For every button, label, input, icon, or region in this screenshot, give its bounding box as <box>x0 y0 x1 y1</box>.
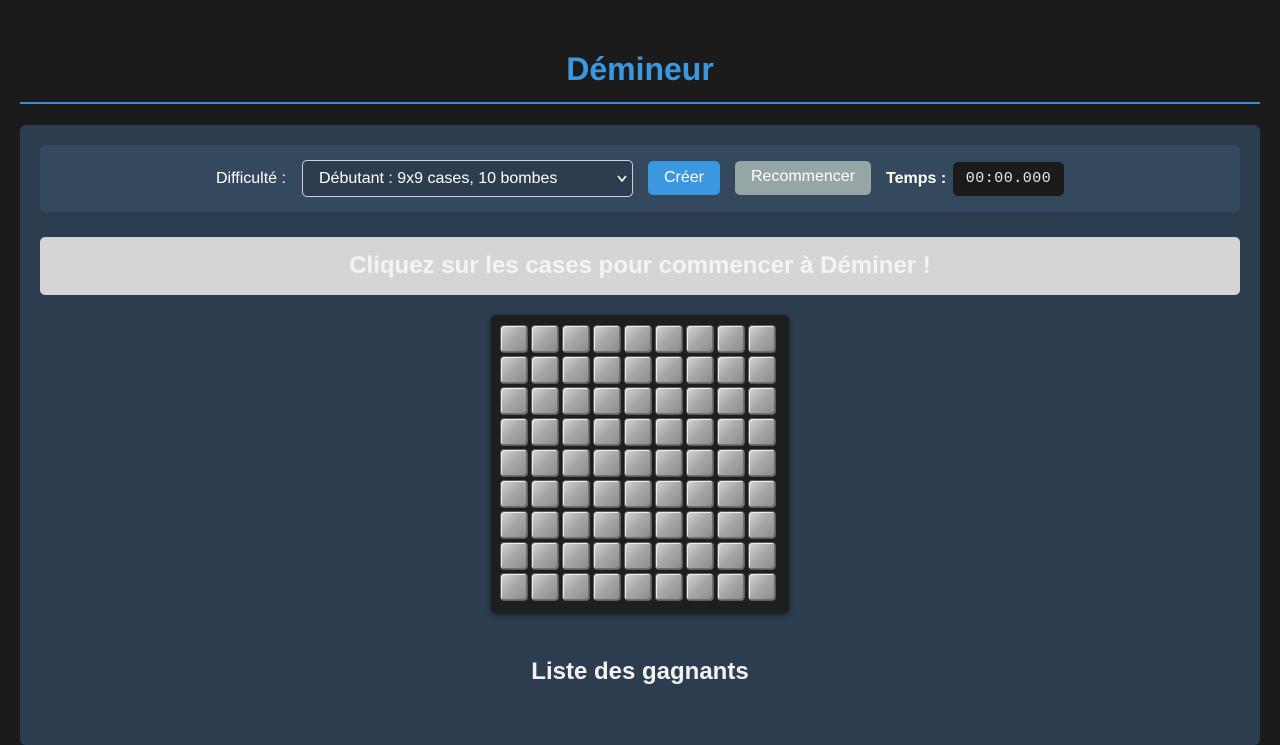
minefield-cell[interactable] <box>624 449 652 477</box>
minefield-cell[interactable] <box>562 325 590 353</box>
minefield-cell[interactable] <box>531 356 559 384</box>
minefield-cell[interactable] <box>748 356 776 384</box>
minefield-cell[interactable] <box>717 480 745 508</box>
minefield-cell[interactable] <box>655 418 683 446</box>
minefield-cell[interactable] <box>531 387 559 415</box>
status-message-text: Cliquez sur les cases pour commencer à D… <box>349 252 931 279</box>
minefield-cell[interactable] <box>500 511 528 539</box>
minefield-cell[interactable] <box>500 542 528 570</box>
minefield-grid <box>500 325 780 601</box>
status-message: Cliquez sur les cases pour commencer à D… <box>40 237 1240 295</box>
minefield-cell[interactable] <box>686 418 714 446</box>
minefield-cell[interactable] <box>717 542 745 570</box>
minefield-cell[interactable] <box>748 418 776 446</box>
minefield-cell[interactable] <box>624 356 652 384</box>
minefield-cell[interactable] <box>500 387 528 415</box>
minefield-cell[interactable] <box>562 542 590 570</box>
minefield-cell[interactable] <box>686 449 714 477</box>
minefield-cell[interactable] <box>562 511 590 539</box>
minefield-cell[interactable] <box>655 449 683 477</box>
minefield-cell[interactable] <box>593 449 621 477</box>
minefield-cell[interactable] <box>624 573 652 601</box>
minefield-cell[interactable] <box>748 573 776 601</box>
minefield-cell[interactable] <box>655 325 683 353</box>
minefield-cell[interactable] <box>562 480 590 508</box>
minefield-cell[interactable] <box>500 449 528 477</box>
minefield-cell[interactable] <box>562 449 590 477</box>
winners-heading: Liste des gagnants <box>531 658 749 685</box>
difficulty-selected-value: Débutant : 9x9 cases, 10 bombes <box>319 170 558 187</box>
minefield-cell[interactable] <box>686 387 714 415</box>
minefield-cell[interactable] <box>562 387 590 415</box>
page-title: Démineur <box>566 50 714 87</box>
minefield-cell[interactable] <box>655 542 683 570</box>
minefield-cell[interactable] <box>593 542 621 570</box>
difficulty-select[interactable]: Débutant : 9x9 cases, 10 bombes <box>302 160 633 197</box>
minefield-cell[interactable] <box>717 325 745 353</box>
time-label: Temps : <box>886 170 947 187</box>
game-panel: Difficulté : Débutant : 9x9 cases, 10 bo… <box>20 125 1260 745</box>
minefield-cell[interactable] <box>655 573 683 601</box>
minefield-cell[interactable] <box>686 573 714 601</box>
minefield-cell[interactable] <box>562 356 590 384</box>
minefield-cell[interactable] <box>686 480 714 508</box>
minefield-cell[interactable] <box>655 356 683 384</box>
minefield-cell[interactable] <box>562 573 590 601</box>
minefield-cell[interactable] <box>748 511 776 539</box>
minefield-cell[interactable] <box>624 387 652 415</box>
chevron-down-icon <box>617 175 627 183</box>
minefield-cell[interactable] <box>686 356 714 384</box>
minefield-cell[interactable] <box>500 356 528 384</box>
minefield-cell[interactable] <box>500 480 528 508</box>
minefield-cell[interactable] <box>717 418 745 446</box>
minefield-cell[interactable] <box>717 356 745 384</box>
restart-button[interactable]: Recommencer <box>735 161 871 195</box>
minefield-cell[interactable] <box>531 325 559 353</box>
minefield-cell[interactable] <box>748 325 776 353</box>
minefield-cell[interactable] <box>717 511 745 539</box>
minefield-cell[interactable] <box>500 325 528 353</box>
minefield-cell[interactable] <box>624 418 652 446</box>
minefield-cell[interactable] <box>655 387 683 415</box>
difficulty-label: Difficulté : <box>216 170 286 187</box>
minefield-board <box>491 315 789 613</box>
minefield-cell[interactable] <box>655 480 683 508</box>
minefield-cell[interactable] <box>593 418 621 446</box>
minefield-cell[interactable] <box>655 511 683 539</box>
minefield-cell[interactable] <box>593 573 621 601</box>
minefield-cell[interactable] <box>531 418 559 446</box>
minefield-cell[interactable] <box>686 542 714 570</box>
app-header: Démineur <box>20 0 1260 104</box>
minefield-cell[interactable] <box>686 325 714 353</box>
minefield-cell[interactable] <box>531 542 559 570</box>
minefield-cell[interactable] <box>593 356 621 384</box>
timer-display: 00:00.000 <box>953 162 1064 196</box>
minefield-cell[interactable] <box>500 573 528 601</box>
minefield-cell[interactable] <box>531 449 559 477</box>
minefield-cell[interactable] <box>500 418 528 446</box>
minefield-cell[interactable] <box>624 511 652 539</box>
minefield-cell[interactable] <box>593 480 621 508</box>
minefield-cell[interactable] <box>593 511 621 539</box>
create-button[interactable]: Créer <box>648 161 720 195</box>
minefield-cell[interactable] <box>593 387 621 415</box>
minefield-cell[interactable] <box>531 480 559 508</box>
minefield-cell[interactable] <box>717 387 745 415</box>
minefield-cell[interactable] <box>624 325 652 353</box>
minefield-cell[interactable] <box>624 542 652 570</box>
minefield-cell[interactable] <box>748 449 776 477</box>
minefield-cell[interactable] <box>531 511 559 539</box>
minefield-cell[interactable] <box>624 480 652 508</box>
minefield-cell[interactable] <box>686 511 714 539</box>
minefield-cell[interactable] <box>748 387 776 415</box>
minefield-cell[interactable] <box>593 325 621 353</box>
minefield-cell[interactable] <box>748 542 776 570</box>
controls-bar: Difficulté : Débutant : 9x9 cases, 10 bo… <box>40 145 1240 212</box>
minefield-cell[interactable] <box>717 449 745 477</box>
minefield-cell[interactable] <box>748 480 776 508</box>
minefield-cell[interactable] <box>531 573 559 601</box>
minefield-cell[interactable] <box>717 573 745 601</box>
minefield-cell[interactable] <box>562 418 590 446</box>
